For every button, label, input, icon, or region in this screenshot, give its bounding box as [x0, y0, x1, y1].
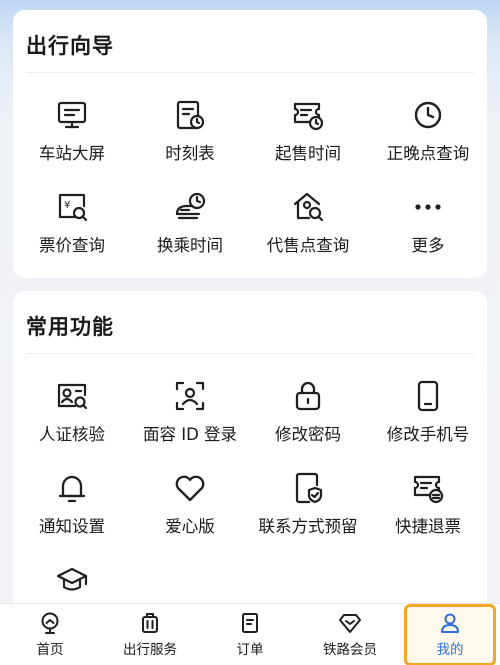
guide-item-sale-time[interactable]: 起售时间: [249, 98, 367, 164]
tab-orders[interactable]: 订单: [200, 604, 300, 665]
refund-ticket-icon: [413, 475, 444, 504]
face-id-icon: [175, 381, 205, 411]
tab-mine[interactable]: 我的: [404, 604, 496, 665]
common-item-care-version[interactable]: 爱心版: [131, 471, 249, 537]
travel-guide-title: 出行向导: [26, 34, 114, 58]
guide-item-label: 票价查询: [39, 236, 105, 255]
bottom-tab-bar: 首页 出行服务 订单 铁路会员 我的: [0, 603, 500, 665]
person-icon: [441, 613, 459, 633]
bell-icon: [58, 475, 86, 503]
guide-item-punctuality[interactable]: 正晚点查询: [369, 98, 487, 164]
common-item-label: 通知设置: [39, 517, 105, 536]
fare-search-icon: ¥: [58, 193, 88, 222]
guide-item-label: 代售点查询: [266, 236, 350, 255]
common-item-quick-refund[interactable]: 快捷退票: [369, 471, 487, 537]
heart-icon: [175, 475, 205, 502]
guide-item-fare-search[interactable]: ¥ 票价查询: [13, 190, 131, 256]
common-item-label: 面容 ID 登录: [142, 425, 238, 444]
contact-shield-icon: [295, 472, 323, 504]
common-item-id-verify[interactable]: 人证核验: [13, 379, 131, 445]
lock-icon: [295, 381, 321, 411]
common-functions-title: 常用功能: [26, 315, 114, 339]
common-item-label: 爱心版: [165, 517, 215, 536]
guide-item-timetable[interactable]: 时刻表: [131, 98, 249, 164]
tab-label: 订单: [236, 642, 264, 658]
guide-item-more[interactable]: 更多: [369, 190, 487, 256]
tab-label: 出行服务: [123, 642, 177, 658]
common-item-label: 快捷退票: [395, 517, 461, 536]
common-item-face-id[interactable]: 面容 ID 登录: [131, 379, 249, 445]
guide-item-station-screen[interactable]: 车站大屏: [13, 98, 131, 164]
tab-travel-services[interactable]: 出行服务: [100, 604, 200, 665]
diamond-icon: [339, 614, 361, 633]
more-icon: [415, 204, 441, 210]
common-item-label: 联系方式预留: [258, 517, 358, 536]
tab-label: 我的: [436, 642, 464, 658]
divider: [26, 72, 474, 73]
common-item-label: 修改密码: [275, 425, 341, 444]
guide-item-label: 换乘时间: [157, 236, 223, 255]
transfer-time-icon: [175, 192, 206, 220]
graduation-cap-icon: [56, 567, 88, 591]
sale-time-icon: [293, 102, 324, 131]
divider: [26, 353, 474, 354]
guide-item-label: 车站大屏: [39, 144, 105, 163]
guide-item-agency-search[interactable]: 代售点查询: [249, 190, 367, 256]
order-icon: [242, 613, 258, 633]
tab-label: 铁路会员: [323, 642, 377, 658]
phone-icon: [417, 380, 439, 412]
guide-item-label: 正晚点查询: [386, 144, 470, 163]
guide-item-transfer-time[interactable]: 换乘时间: [131, 190, 249, 256]
id-verify-icon: [57, 383, 88, 410]
luggage-icon: [142, 613, 158, 633]
tab-home[interactable]: 首页: [0, 604, 100, 665]
common-item-notification[interactable]: 通知设置: [13, 471, 131, 537]
guide-item-label: 更多: [411, 236, 445, 255]
guide-item-label: 起售时间: [275, 144, 341, 163]
station-screen-icon: [57, 101, 87, 129]
common-item-contact-reserve[interactable]: 联系方式预留: [249, 471, 367, 537]
guide-item-label: 时刻表: [165, 144, 215, 163]
home-icon: [41, 612, 59, 634]
common-item-student[interactable]: [13, 563, 131, 605]
clock-icon: [414, 101, 442, 129]
tab-label: 首页: [36, 642, 64, 658]
travel-guide-card: 出行向导 车站大屏 时刻表 起售时间 正晚点查询 ¥ 票价查询 换乘时间 代售点…: [13, 10, 487, 278]
common-functions-card: 常用功能 人证核验 面容 ID 登录 修改密码 修改手机号 通知设置 爱心版 联…: [13, 291, 487, 621]
common-item-label: 修改手机号: [386, 425, 470, 444]
timetable-icon: [176, 100, 205, 130]
svg-text:¥: ¥: [64, 200, 70, 211]
common-item-change-phone[interactable]: 修改手机号: [369, 379, 487, 445]
tab-railway-member[interactable]: 铁路会员: [300, 604, 400, 665]
agency-search-icon: [293, 192, 324, 222]
common-item-change-password[interactable]: 修改密码: [249, 379, 367, 445]
common-item-label: 人证核验: [39, 425, 105, 444]
